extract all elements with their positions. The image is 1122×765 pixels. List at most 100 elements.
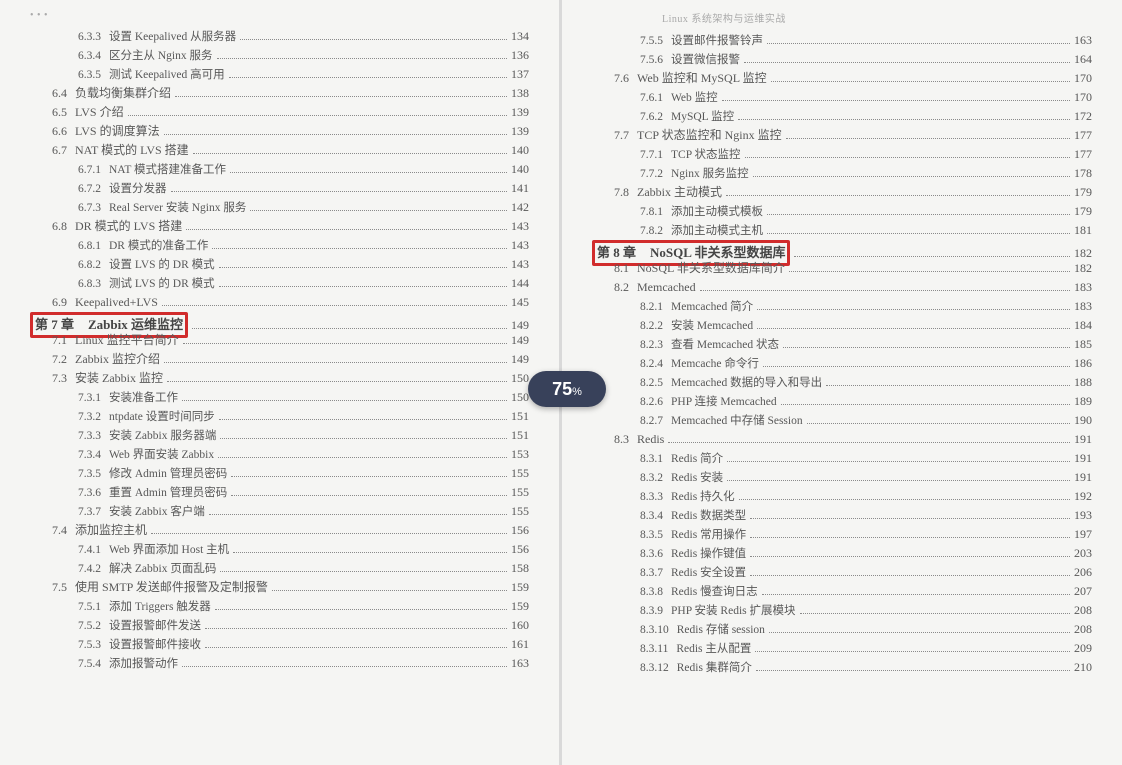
toc-entry: 7.5.1添加 Triggers 触发器159 xyxy=(30,597,529,616)
toc-entry-page: 192 xyxy=(1074,487,1092,506)
toc-leader-dots xyxy=(762,594,1070,595)
toc-entry: 6.7NAT 模式的 LVS 搭建140 xyxy=(30,141,529,160)
toc-entry-number: 7.5.1 xyxy=(78,598,101,617)
toc-leader-dots xyxy=(219,267,507,268)
toc-entry-title: Memcached 中存储 Session xyxy=(671,412,803,431)
toc-entry-page: 155 xyxy=(511,464,529,483)
toc-entry-title: Redis 安装 xyxy=(671,469,723,488)
toc-entry-number: 7.1 xyxy=(52,331,67,350)
toc-entry: 8.3.7Redis 安全设置206 xyxy=(592,563,1092,582)
toc-entry-page: 155 xyxy=(511,502,529,521)
toc-entry-page: 177 xyxy=(1074,145,1092,164)
toc-entry-page: 161 xyxy=(511,635,529,654)
toc-entry-title: Real Server 安装 Nginx 服务 xyxy=(109,199,246,218)
toc-entry-page: 181 xyxy=(1074,221,1092,240)
toc-leader-dots xyxy=(183,343,507,344)
toc-entry: 7.3.4Web 界面安装 Zabbix153 xyxy=(30,445,529,464)
toc-leader-dots xyxy=(700,290,1070,291)
toc-entry-title: Redis 慢查询日志 xyxy=(671,583,758,602)
toc-entry-title: 查看 Memcached 状态 xyxy=(671,336,779,355)
toc-entry: 8.2.4Memcache 命令行186 xyxy=(592,354,1092,373)
toc-leader-dots xyxy=(164,362,507,363)
toc-entry-page: 158 xyxy=(511,559,529,578)
toc-entry-number: 7.3.5 xyxy=(78,465,101,484)
toc-entry-page: 184 xyxy=(1074,316,1092,335)
toc-entry-title: Memcache 命令行 xyxy=(671,355,759,374)
toc-entry-page: 197 xyxy=(1074,525,1092,544)
toc-entry-number: 6.3.3 xyxy=(78,28,101,47)
toc-leader-dots xyxy=(826,385,1070,386)
toc-entry-title: 添加主动模式模板 xyxy=(671,203,763,222)
toc-entry: 6.8.1DR 模式的准备工作143 xyxy=(30,236,529,255)
toc-entry: 7.5.3设置报警邮件接收161 xyxy=(30,635,529,654)
toc-entry-page: 156 xyxy=(511,521,529,540)
toc-entry-number: 8.3.7 xyxy=(640,564,663,583)
toc-entry: 7.4添加监控主机156 xyxy=(30,521,529,540)
toc-entry-number: 8.3.10 xyxy=(640,621,669,640)
toc-entry-number: 8.3.3 xyxy=(640,488,663,507)
zoom-indicator: 75% xyxy=(528,371,606,407)
toc-entry-page: 143 xyxy=(511,255,529,274)
toc-entry-title: LVS 的调度算法 xyxy=(75,122,160,141)
toc-entry-title: 设置分发器 xyxy=(109,180,167,199)
toc-leader-dots xyxy=(767,214,1070,215)
page-spread: • • • 6.3.3设置 Keepalived 从服务器1346.3.4区分主… xyxy=(0,0,1122,765)
toc-entry-title: 修改 Admin 管理员密码 xyxy=(109,465,227,484)
toc-leader-dots xyxy=(219,286,507,287)
toc-leader-dots xyxy=(205,628,507,629)
toc-entry-number: 8.3.4 xyxy=(640,507,663,526)
toc-entry-page: 142 xyxy=(511,198,529,217)
toc-entry-page: 150 xyxy=(511,369,529,388)
toc-leader-dots xyxy=(786,138,1070,139)
toc-entry-title: DR 模式的 LVS 搭建 xyxy=(75,217,182,236)
toc-entry-title: LVS 介绍 xyxy=(75,103,124,122)
toc-leader-dots xyxy=(205,647,507,648)
toc-entry-number: 7.7.2 xyxy=(640,165,663,184)
toc-entry-page: 191 xyxy=(1074,430,1092,449)
toc-entry-number: 8.1 xyxy=(614,259,629,278)
toc-entry: 8.3.6Redis 操作键值203 xyxy=(592,544,1092,563)
toc-leader-dots xyxy=(744,62,1070,63)
toc-entry-number: 8.3.6 xyxy=(640,545,663,564)
toc-entry-page: 163 xyxy=(511,654,529,673)
toc-entry-number: 6.8.1 xyxy=(78,237,101,256)
toc-entry-number: 6.8.2 xyxy=(78,256,101,275)
toc-entry-number: 6.4 xyxy=(52,84,67,103)
toc-entry: 6.4负载均衡集群介绍138 xyxy=(30,84,529,103)
toc-leader-dots xyxy=(186,229,507,230)
toc-entry-page: 164 xyxy=(1074,50,1092,69)
toc-entry: 8.3.12Redis 集群简介210 xyxy=(592,658,1092,677)
toc-entry-number: 8.2.4 xyxy=(640,355,663,374)
toc-leader-dots xyxy=(757,309,1070,310)
toc-entry: 8.2.5Memcached 数据的导入和导出188 xyxy=(592,373,1092,392)
toc-leader-dots xyxy=(722,100,1070,101)
toc-entry: 7.3安装 Zabbix 监控150 xyxy=(30,369,529,388)
toc-entry-page: 139 xyxy=(511,103,529,122)
toc-entry: 8.3.9PHP 安装 Redis 扩展模块208 xyxy=(592,601,1092,620)
toc-entry-page: 145 xyxy=(511,293,529,312)
toc-entry: 8.2.6PHP 连接 Memcached189 xyxy=(592,392,1092,411)
toc-leader-dots xyxy=(789,271,1070,272)
toc-entry-number: 8.3 xyxy=(614,430,629,449)
toc-entry-number: 8.2.5 xyxy=(640,374,663,393)
toc-entry-page: 153 xyxy=(511,445,529,464)
toc-leader-dots xyxy=(750,575,1070,576)
toc-entry-page: 149 xyxy=(511,331,529,350)
toc-entry-title: 设置报警邮件发送 xyxy=(109,617,201,636)
toc-entry-title: DR 模式的准备工作 xyxy=(109,237,208,256)
toc-entry-page: 206 xyxy=(1074,563,1092,582)
toc-entry-number: 7.4.2 xyxy=(78,560,101,579)
toc-leader-dots xyxy=(668,442,1070,443)
toc-entry-title: 设置微信报警 xyxy=(671,51,740,70)
toc-entry-number: 7.5.4 xyxy=(78,655,101,674)
toc-entry-number: 8.3.1 xyxy=(640,450,663,469)
toc-entry-number: 7.4.1 xyxy=(78,541,101,560)
toc-entry: 8.3.5Redis 常用操作197 xyxy=(592,525,1092,544)
toc-entry: 8.2.3查看 Memcached 状态185 xyxy=(592,335,1092,354)
toc-leader-dots xyxy=(745,157,1070,158)
toc-entry-title: 重置 Admin 管理员密码 xyxy=(109,484,227,503)
toc-entry-title: 添加报警动作 xyxy=(109,655,178,674)
toc-entry-number: 7.5.2 xyxy=(78,617,101,636)
toc-entry-title: Web 监控和 MySQL 监控 xyxy=(637,69,767,88)
toc-entry-page: 207 xyxy=(1074,582,1092,601)
